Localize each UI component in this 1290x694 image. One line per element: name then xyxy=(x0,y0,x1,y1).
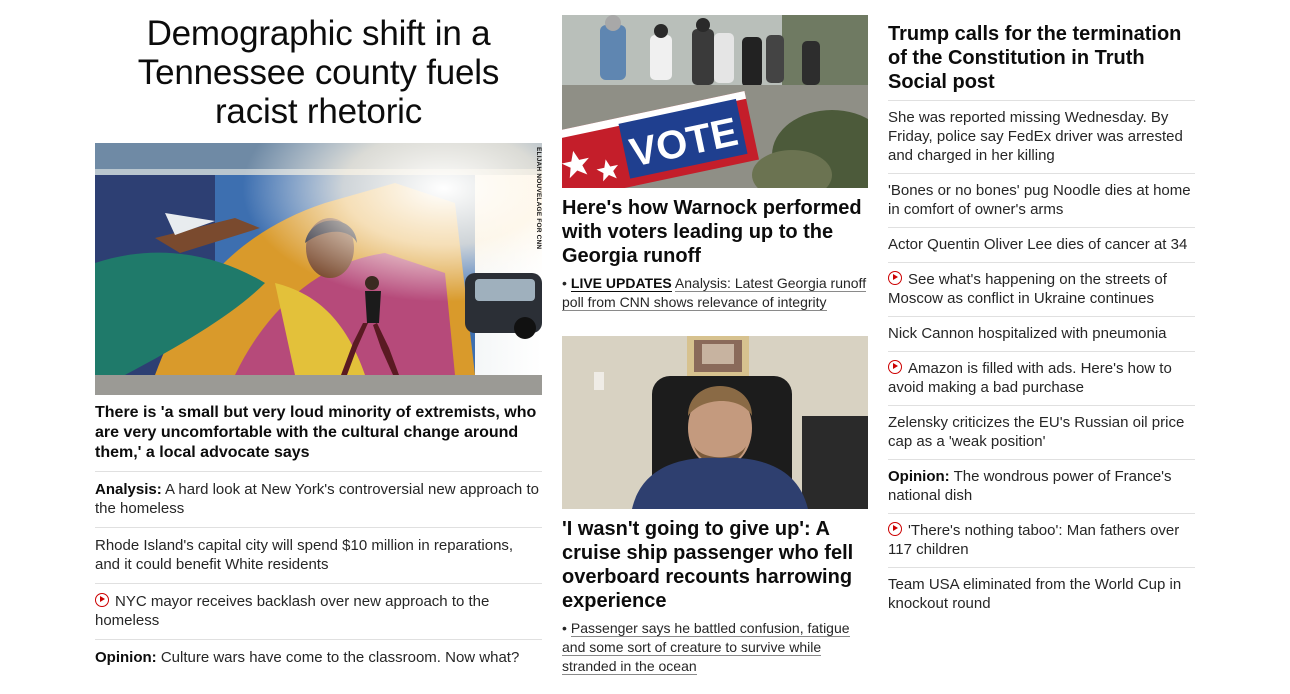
photo-credit: ELIJAH NOUVELAGE FOR CNN xyxy=(535,147,542,250)
list-item[interactable]: She was reported missing Wednesday. By F… xyxy=(888,100,1195,173)
list-item[interactable]: See what's happening on the streets of M… xyxy=(888,262,1195,316)
item-text: 'There's nothing taboo': Man fathers ove… xyxy=(888,522,1180,558)
bullet: • xyxy=(562,275,567,291)
story-sub-link[interactable]: Passenger says he battled confusion, fat… xyxy=(562,620,850,675)
list-item[interactable]: Opinion: The wondrous power of France's … xyxy=(888,459,1195,513)
lead-headline[interactable]: Demographic shift in a Tennessee county … xyxy=(95,14,542,131)
item-prefix: Opinion: xyxy=(888,468,950,485)
list-item[interactable]: 'There's nothing taboo': Man fathers ove… xyxy=(888,513,1195,567)
live-updates-link[interactable]: LIVE UPDATES xyxy=(570,275,672,292)
lead-related-list: Analysis: A hard look at New York's cont… xyxy=(95,471,542,676)
story-subline: • Passenger says he battled confusion, fa… xyxy=(562,619,868,676)
list-item[interactable]: Team USA eliminated from the World Cup i… xyxy=(888,567,1195,621)
item-text: A hard look at New York's controversial … xyxy=(95,481,539,517)
lead-dek[interactable]: There is 'a small but very loud minority… xyxy=(95,403,542,463)
list-item[interactable]: Rhode Island's capital city will spend $… xyxy=(95,527,542,583)
play-video-icon xyxy=(95,593,109,607)
play-video-icon xyxy=(888,271,902,285)
lead-column: Demographic shift in a Tennessee county … xyxy=(95,14,542,676)
middle-column: VOTE Here's how Warnock performed with v… xyxy=(562,15,868,676)
video-still[interactable] xyxy=(562,336,868,509)
item-prefix: Opinion: xyxy=(95,649,157,666)
list-item[interactable]: Analysis: A hard look at New York's cont… xyxy=(95,471,542,527)
story-cruise-passenger: 'I wasn't going to give up': A cruise sh… xyxy=(562,336,868,676)
item-text: Rhode Island's capital city will spend $… xyxy=(95,537,514,573)
item-text: Actor Quentin Oliver Lee dies of cancer … xyxy=(888,236,1188,253)
list-item[interactable]: Nick Cannon hospitalized with pneumonia xyxy=(888,316,1195,351)
story-subline: • LIVE UPDATES Analysis: Latest Georgia r… xyxy=(562,274,868,312)
vote-photo[interactable]: VOTE xyxy=(562,15,868,188)
list-item[interactable]: Actor Quentin Oliver Lee dies of cancer … xyxy=(888,227,1195,262)
bullet: • xyxy=(562,620,567,636)
item-text: Culture wars have come to the classroom.… xyxy=(160,649,520,666)
list-item[interactable]: 'Bones or no bones' pug Noodle dies at h… xyxy=(888,173,1195,227)
vote-sign-image: VOTE xyxy=(562,15,868,188)
item-text: Zelensky criticizes the EU's Russian oil… xyxy=(888,414,1185,450)
item-text: Nick Cannon hospitalized with pneumonia xyxy=(888,325,1167,342)
item-prefix: Analysis: xyxy=(95,481,162,498)
mural-photo xyxy=(95,143,542,395)
story-headline[interactable]: 'I wasn't going to give up': A cruise sh… xyxy=(562,517,868,613)
story-headline[interactable]: Here's how Warnock performed with voters… xyxy=(562,196,868,268)
item-text: She was reported missing Wednesday. By F… xyxy=(888,109,1183,164)
right-column: Trump calls for the termination of the C… xyxy=(888,22,1195,621)
item-text: Amazon is filled with ads. Here's how to… xyxy=(888,360,1172,396)
lead-image[interactable]: ELIJAH NOUVELAGE FOR CNN xyxy=(95,143,542,395)
top-headline[interactable]: Trump calls for the termination of the C… xyxy=(888,22,1195,100)
story-warnock: VOTE Here's how Warnock performed with v… xyxy=(562,15,868,312)
play-video-icon xyxy=(888,522,902,536)
item-text: NYC mayor receives backlash over new app… xyxy=(95,593,490,629)
interview-image xyxy=(562,336,868,509)
list-item[interactable]: Amazon is filled with ads. Here's how to… xyxy=(888,351,1195,405)
item-text: See what's happening on the streets of M… xyxy=(888,271,1167,307)
item-text: Team USA eliminated from the World Cup i… xyxy=(888,576,1182,612)
headline-list: She was reported missing Wednesday. By F… xyxy=(888,100,1195,621)
list-item[interactable]: NYC mayor receives backlash over new app… xyxy=(95,583,542,639)
play-video-icon xyxy=(888,360,902,374)
list-item[interactable]: Zelensky criticizes the EU's Russian oil… xyxy=(888,405,1195,459)
item-text: 'Bones or no bones' pug Noodle dies at h… xyxy=(888,182,1191,218)
list-item[interactable]: Opinion: Culture wars have come to the c… xyxy=(95,639,542,676)
